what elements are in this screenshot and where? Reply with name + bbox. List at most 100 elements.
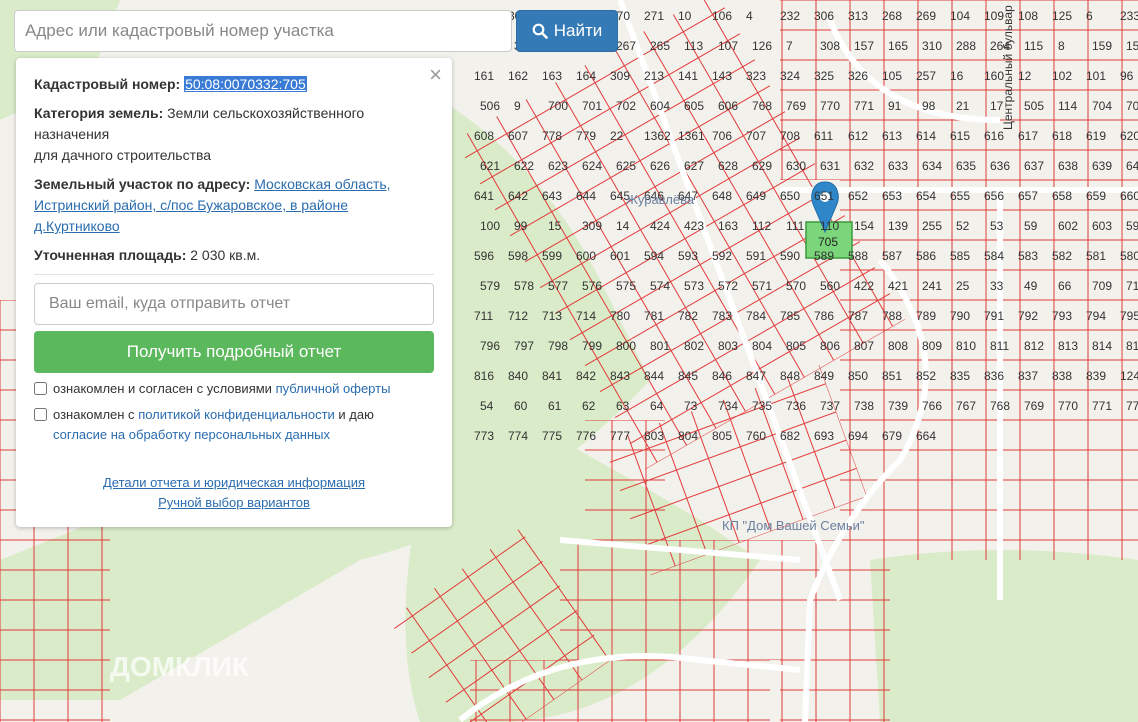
- plot-number: 113: [684, 39, 703, 53]
- plot-number: 781: [644, 309, 664, 323]
- plot-number: 657: [1018, 189, 1038, 203]
- plot-number: 126: [752, 39, 772, 53]
- offer-link[interactable]: публичной оферты: [276, 381, 391, 396]
- plot-number: 112: [752, 219, 771, 233]
- search-button-label: Найти: [553, 21, 603, 40]
- plot-number: 589: [814, 249, 834, 263]
- plot-number: 693: [814, 429, 834, 443]
- plot-number: 777: [610, 429, 630, 443]
- plot-number: 591: [746, 249, 766, 263]
- plot-number: 599: [542, 249, 562, 263]
- plot-number: 107: [718, 39, 738, 53]
- plot-number: 783: [712, 309, 732, 323]
- email-field[interactable]: [34, 283, 434, 325]
- plot-number: 780: [610, 309, 630, 323]
- plot-number: 651: [814, 189, 834, 203]
- privacy-checkbox-row[interactable]: ознакомлен с политикой конфиденциальност…: [34, 405, 434, 445]
- close-icon[interactable]: ×: [429, 64, 442, 86]
- plot-number: 606: [718, 99, 738, 113]
- plot-number: 774: [508, 429, 528, 443]
- plot-number: 782: [678, 309, 698, 323]
- offer-checkbox-row[interactable]: ознакомлен и согласен с условиями публич…: [34, 379, 434, 399]
- plot-number: 642: [508, 189, 528, 203]
- plot-number: 578: [514, 279, 534, 293]
- plot-number: 784: [746, 309, 766, 323]
- plot-number: 14: [616, 219, 630, 233]
- plot-number: 616: [984, 129, 1004, 143]
- plot-number: 768: [752, 99, 772, 113]
- plot-number: 623: [548, 159, 568, 173]
- plot-number: 310: [922, 39, 942, 53]
- plot-number: 634: [922, 159, 942, 173]
- area-label: Уточненная площадь:: [34, 247, 187, 263]
- plot-number: 611: [814, 129, 833, 143]
- plot-number: 101: [1086, 69, 1106, 83]
- plot-number: 105: [882, 69, 902, 83]
- plot-number: 163: [718, 219, 738, 233]
- plot-number: 640: [1126, 159, 1138, 173]
- plot-number: 614: [916, 129, 936, 143]
- plot-number: 99: [514, 219, 528, 233]
- plot-number: 682: [780, 429, 800, 443]
- plot-number: 593: [678, 249, 698, 263]
- plot-number: 618: [1052, 129, 1072, 143]
- search-button[interactable]: Найти: [516, 10, 618, 52]
- plot-number: 703: [1126, 99, 1138, 113]
- plot-number: 658: [1052, 189, 1072, 203]
- plot-number: 836: [984, 369, 1004, 383]
- plot-number: 714: [576, 309, 596, 323]
- plot-number: 712: [508, 309, 528, 323]
- plot-number: 802: [684, 339, 704, 353]
- plot-number: 656: [984, 189, 1004, 203]
- plot-number: 324: [780, 69, 800, 83]
- plot-number: 837: [1018, 369, 1038, 383]
- plot-number: 326: [848, 69, 868, 83]
- privacy-link[interactable]: политикой конфиденциальности: [138, 407, 335, 422]
- plot-number: 577: [548, 279, 568, 293]
- plot-number: 125: [1052, 9, 1072, 23]
- plot-number: 288: [956, 39, 976, 53]
- plot-number: 804: [752, 339, 772, 353]
- plot-number: 738: [854, 399, 874, 413]
- plot-number: 694: [848, 429, 868, 443]
- plot-number: 799: [582, 339, 602, 353]
- plot-number: 840: [508, 369, 528, 383]
- plot-number: 506: [480, 99, 500, 113]
- plot-number: 143: [712, 69, 732, 83]
- privacy-text: ознакомлен с политикой конфиденциальност…: [53, 407, 374, 442]
- get-report-button[interactable]: Получить подробный отчет: [34, 331, 434, 373]
- plot-number: 159: [1092, 39, 1112, 53]
- plot-number: 779: [576, 129, 596, 143]
- report-details-link[interactable]: Детали отчета и юридическая информация: [34, 473, 434, 493]
- plot-number: 570: [786, 279, 806, 293]
- consent-link[interactable]: согласие на обработку персональных данны…: [53, 427, 330, 442]
- privacy-checkbox[interactable]: [34, 408, 47, 421]
- plot-number: 54: [480, 399, 494, 413]
- plot-number: 847: [746, 369, 766, 383]
- plot-number: 596: [474, 249, 494, 263]
- plot-number: 771: [1092, 399, 1112, 413]
- plot-number: 573: [684, 279, 704, 293]
- plot-number: 571: [752, 279, 772, 293]
- cadastral-number-link[interactable]: 50:08:0070332:705: [184, 76, 307, 92]
- plot-number: 844: [644, 369, 664, 383]
- plot-number: 637: [1024, 159, 1044, 173]
- plot-number: 735: [752, 399, 772, 413]
- plot-info-panel: × Кадастровый номер: 50:08:0070332:705 К…: [16, 58, 452, 527]
- plot-number: 709: [1092, 279, 1112, 293]
- plot-number: 786: [814, 309, 834, 323]
- plot-number: 12: [1018, 69, 1032, 83]
- manual-select-link[interactable]: Ручной выбор вариантов: [34, 493, 434, 513]
- plot-number: 630: [786, 159, 806, 173]
- plot-number: 576: [582, 279, 602, 293]
- plot-number: 141: [678, 69, 698, 83]
- plot-number: 9: [514, 99, 521, 113]
- offer-checkbox[interactable]: [34, 382, 47, 395]
- plot-number: 267: [616, 39, 636, 53]
- plot-number: 648: [712, 189, 732, 203]
- plot-number: 241: [922, 279, 942, 293]
- plot-number: 572: [718, 279, 738, 293]
- plot-number: 424: [650, 219, 670, 233]
- plot-number: 594: [644, 249, 664, 263]
- search-input[interactable]: [14, 10, 512, 52]
